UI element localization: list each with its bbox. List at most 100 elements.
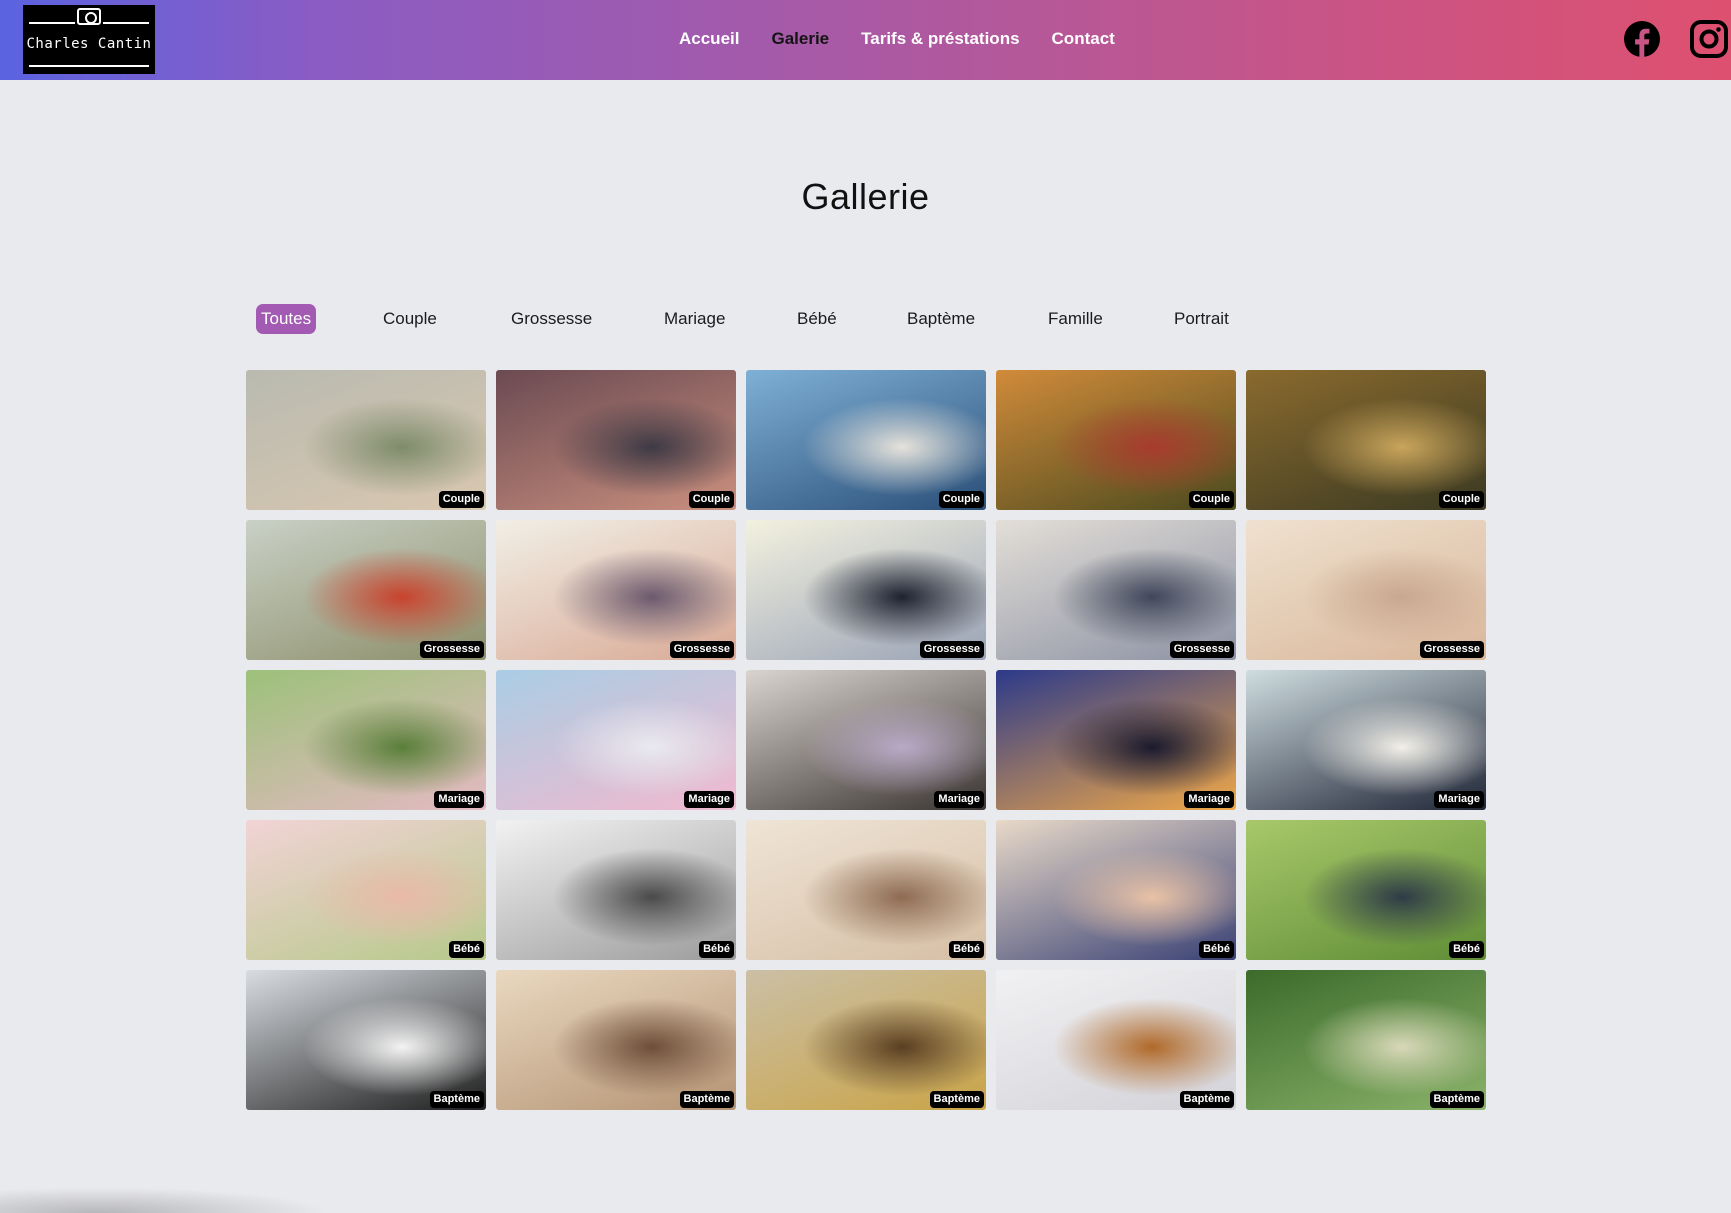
gallery-photo[interactable]: Grossesse — [246, 520, 486, 660]
photo-category-tag: Baptème — [929, 1091, 984, 1108]
filter-famille[interactable]: Famille — [1048, 304, 1103, 334]
photo-category-tag: Bébé — [699, 941, 734, 958]
gallery-photo[interactable]: Grossesse — [496, 520, 736, 660]
gallery-photo[interactable]: Bébé — [996, 820, 1236, 960]
gallery-photo[interactable]: Bébé — [496, 820, 736, 960]
logo-text: Charles Cantin — [26, 35, 152, 52]
gallery-photo[interactable]: Mariage — [1246, 670, 1486, 810]
page-title: Gallerie — [801, 176, 930, 217]
photo-image — [246, 970, 486, 1110]
photo-category-tag: Grossesse — [669, 641, 734, 658]
logo-line — [103, 22, 149, 24]
photo-category-tag: Grossesse — [419, 641, 484, 658]
logo-line — [29, 65, 149, 67]
photo-image — [996, 970, 1236, 1110]
filter-bebe[interactable]: Bébé — [797, 304, 837, 334]
photo-category-tag: Couple — [688, 491, 734, 508]
camera-icon — [77, 8, 101, 25]
gallery-photo[interactable]: Baptème — [996, 970, 1236, 1110]
filter-mariage[interactable]: Mariage — [664, 304, 725, 334]
photo-category-tag: Mariage — [934, 791, 984, 808]
photo-image — [246, 520, 486, 660]
photo-category-tag: Grossesse — [1169, 641, 1234, 658]
photo-category-tag: Mariage — [1434, 791, 1484, 808]
filter-bapteme[interactable]: Baptème — [907, 304, 975, 334]
photo-image — [1246, 670, 1486, 810]
gallery-photo[interactable]: Mariage — [746, 670, 986, 810]
main-nav: Accueil Galerie Tarifs & préstations Con… — [679, 29, 1115, 49]
gallery-photo[interactable]: Baptème — [246, 970, 486, 1110]
page-shadow — [0, 1187, 330, 1213]
nav-contact[interactable]: Contact — [1052, 29, 1115, 49]
photo-category-tag: Baptème — [429, 1091, 484, 1108]
gallery-photo[interactable]: Baptème — [496, 970, 736, 1110]
photo-category-tag: Bébé — [1449, 941, 1484, 958]
site-logo[interactable]: Charles Cantin — [23, 5, 155, 74]
photo-image — [496, 820, 736, 960]
photo-category-tag: Mariage — [434, 791, 484, 808]
photo-category-tag: Mariage — [1184, 791, 1234, 808]
photo-image — [1246, 970, 1486, 1110]
filter-toutes[interactable]: Toutes — [256, 304, 317, 334]
photo-image — [246, 820, 486, 960]
nav-tarifs[interactable]: Tarifs & préstations — [861, 29, 1019, 49]
photo-image — [496, 670, 736, 810]
gallery-photo[interactable]: Mariage — [496, 670, 736, 810]
photo-image — [246, 670, 486, 810]
photo-category-tag: Couple — [438, 491, 484, 508]
gallery-photo[interactable]: Baptème — [746, 970, 986, 1110]
photo-category-tag: Couple — [938, 491, 984, 508]
gallery-photo[interactable]: Baptème — [1246, 970, 1486, 1110]
photo-image — [746, 670, 986, 810]
photo-category-tag: Grossesse — [919, 641, 984, 658]
filter-grossesse[interactable]: Grossesse — [511, 304, 592, 334]
site-header: Charles Cantin Accueil Galerie Tarifs & … — [0, 0, 1731, 80]
photo-image — [746, 370, 986, 510]
gallery-photo[interactable]: Mariage — [246, 670, 486, 810]
photo-category-tag: Bébé — [949, 941, 984, 958]
photo-category-tag: Mariage — [684, 791, 734, 808]
gallery-photo[interactable]: Grossesse — [1246, 520, 1486, 660]
gallery-grid: Couple Couple Couple Couple Couple Grossesse G… — [246, 370, 1486, 1110]
gallery-photo[interactable]: Bébé — [746, 820, 986, 960]
photo-category-tag: Grossesse — [1419, 641, 1484, 658]
photo-image — [1246, 820, 1486, 960]
gallery-photo[interactable]: Couple — [746, 370, 986, 510]
photo-image — [996, 820, 1236, 960]
photo-image — [496, 520, 736, 660]
logo-line — [29, 22, 75, 24]
photo-image — [996, 370, 1236, 510]
photo-image — [746, 520, 986, 660]
photo-category-tag: Couple — [1188, 491, 1234, 508]
gallery-photo[interactable]: Couple — [246, 370, 486, 510]
photo-image — [996, 520, 1236, 660]
photo-image — [496, 370, 736, 510]
gallery-photo[interactable]: Couple — [996, 370, 1236, 510]
gallery-photo[interactable]: Couple — [496, 370, 736, 510]
gallery-photo[interactable]: Bébé — [1246, 820, 1486, 960]
photo-category-tag: Bébé — [1199, 941, 1234, 958]
photo-image — [996, 670, 1236, 810]
gallery-photo[interactable]: Couple — [1246, 370, 1486, 510]
gallery-photo[interactable]: Bébé — [246, 820, 486, 960]
facebook-icon[interactable] — [1623, 20, 1661, 62]
instagram-icon[interactable] — [1690, 20, 1728, 62]
photo-image — [1246, 520, 1486, 660]
photo-category-tag: Baptème — [679, 1091, 734, 1108]
nav-accueil[interactable]: Accueil — [679, 29, 739, 49]
photo-image — [1246, 370, 1486, 510]
photo-category-tag: Bébé — [449, 941, 484, 958]
gallery-photo[interactable]: Grossesse — [746, 520, 986, 660]
photo-image — [746, 820, 986, 960]
filter-couple[interactable]: Couple — [383, 304, 437, 334]
photo-image — [496, 970, 736, 1110]
gallery-photo[interactable]: Mariage — [996, 670, 1236, 810]
filter-portrait[interactable]: Portrait — [1174, 304, 1229, 334]
photo-category-tag: Baptème — [1179, 1091, 1234, 1108]
photo-image — [246, 370, 486, 510]
photo-image — [746, 970, 986, 1110]
photo-category-tag: Couple — [1438, 491, 1484, 508]
nav-galerie[interactable]: Galerie — [771, 29, 829, 49]
gallery-photo[interactable]: Grossesse — [996, 520, 1236, 660]
photo-category-tag: Baptème — [1429, 1091, 1484, 1108]
